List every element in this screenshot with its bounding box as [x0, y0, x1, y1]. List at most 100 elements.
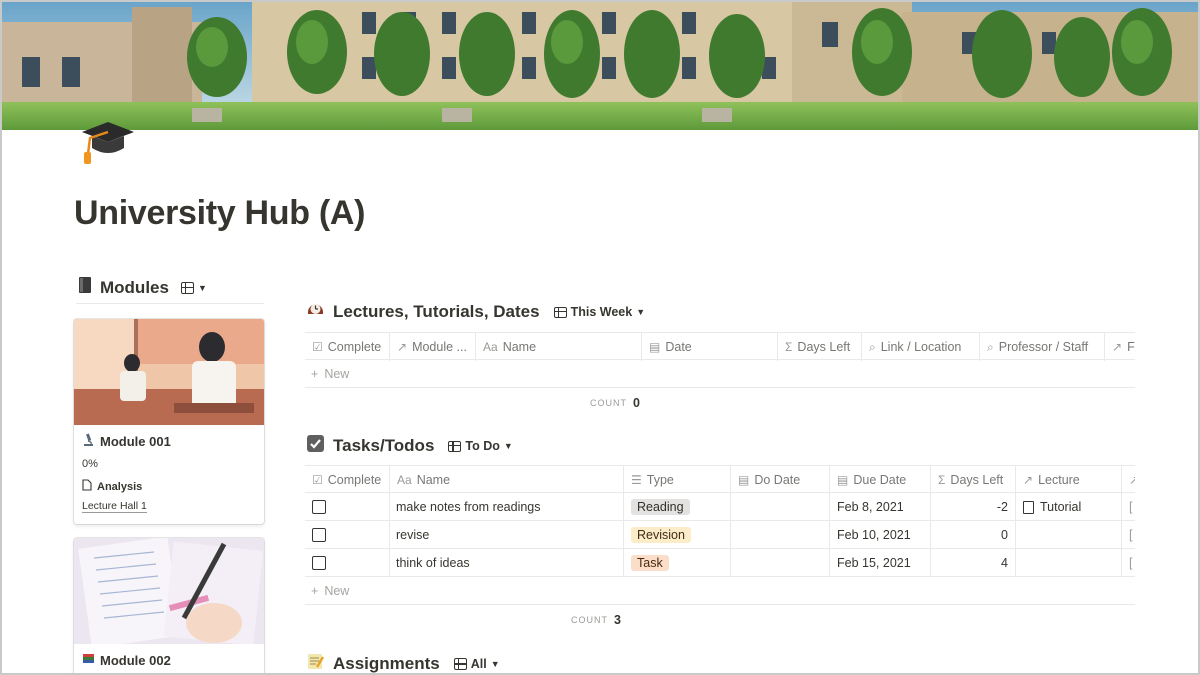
column-header-type[interactable]: ☰ Type	[624, 466, 731, 494]
sigma-icon: Σ	[785, 340, 793, 354]
column-header-relation[interactable]: ↗	[1122, 466, 1135, 494]
table-header-row: ☑ Complete Aa Name ☰ Type ▤ Do Date ▤ Due Dat…	[305, 465, 1135, 494]
task-do-date[interactable]	[731, 521, 830, 549]
relation-arrow-icon: ↗	[1023, 473, 1034, 487]
lectures-count: COUNT 0	[590, 396, 640, 410]
task-due-date[interactable]: Feb 15, 2021	[830, 549, 931, 577]
task-days-left: -2	[931, 493, 1016, 521]
column-header-days-left[interactable]: Σ Days Left	[778, 333, 862, 361]
module-card[interactable]: Module 001 0% Analysis Lecture Hall 1	[74, 319, 264, 524]
checkbox-icon: ☑	[312, 340, 323, 354]
page-icon	[82, 479, 92, 494]
task-lecture[interactable]	[1016, 521, 1122, 549]
relation-arrow-icon: ↗	[1129, 473, 1135, 487]
table-header-row: ☑ Complete ↗ Module ... Aa Name ▤ Date Σ Days…	[305, 332, 1135, 361]
list-icon: ☰	[631, 473, 642, 487]
table-row[interactable]: make notes from readings Reading Feb 8, …	[305, 493, 1135, 521]
gallery-icon	[180, 281, 194, 294]
books-icon	[82, 652, 95, 668]
column-header-relation[interactable]: ↗ F	[1105, 333, 1135, 361]
truncated-cell-icon: [	[1129, 556, 1133, 570]
module-card-title: Module 001	[100, 433, 171, 449]
chevron-down-icon: ▼	[490, 659, 500, 669]
assignments-header: Assignments All ▼	[306, 652, 500, 673]
assignments-title[interactable]: Assignments	[333, 654, 440, 673]
column-header-complete[interactable]: ☑ Complete	[305, 466, 390, 494]
page-title: University Hub (A)	[74, 194, 366, 232]
column-header-link-location[interactable]: ⌕ Link / Location	[862, 333, 980, 361]
task-do-date[interactable]	[731, 549, 830, 577]
task-lecture[interactable]	[1016, 549, 1122, 577]
add-new-row-button[interactable]: + New	[305, 360, 1135, 388]
task-due-date[interactable]: Feb 10, 2021	[830, 521, 931, 549]
module-subject[interactable]: Analysis	[97, 481, 142, 493]
plus-icon: +	[311, 583, 319, 598]
task-name[interactable]: think of ideas	[390, 549, 624, 577]
page-icon	[1023, 500, 1034, 514]
column-header-professor[interactable]: ⌕ Professor / Staff	[980, 333, 1105, 361]
memo-icon	[306, 652, 325, 673]
task-complete-checkbox[interactable]	[312, 556, 326, 570]
task-type-tag[interactable]: Revision	[631, 527, 691, 543]
task-due-date[interactable]: Feb 8, 2021	[830, 493, 931, 521]
column-header-date[interactable]: ▤ Date	[642, 333, 778, 361]
tasks-title[interactable]: Tasks/Todos	[333, 436, 434, 456]
modules-header: Modules ▼	[76, 272, 264, 304]
task-days-left: 4	[931, 549, 1016, 577]
tasks-count: COUNT 3	[571, 613, 621, 627]
task-lecture[interactable]: Tutorial	[1016, 493, 1122, 521]
module-progress: 0%	[82, 458, 98, 470]
cover-image[interactable]	[2, 2, 1198, 130]
lectures-title[interactable]: Lectures, Tutorials, Dates	[333, 302, 540, 322]
task-type-tag[interactable]: Task	[631, 555, 669, 571]
task-days-left: 0	[931, 521, 1016, 549]
module-card[interactable]: Module 002	[74, 538, 264, 673]
column-header-module[interactable]: ↗ Module ...	[390, 333, 476, 361]
tasks-table: ☑ Complete Aa Name ☰ Type ▤ Do Date ▤ Due Dat…	[305, 465, 1135, 605]
lectures-view-switcher[interactable]: This Week ▼	[553, 305, 646, 319]
modules-view-switcher[interactable]: ▼	[180, 281, 207, 294]
chevron-down-icon: ▼	[636, 307, 646, 317]
search-icon: ⌕	[987, 339, 994, 354]
text-icon: Aa	[483, 340, 498, 354]
task-do-date[interactable]	[731, 493, 830, 521]
column-header-do-date[interactable]: ▤ Do Date	[731, 466, 830, 494]
table-row[interactable]: think of ideas Task Feb 15, 2021 4 [	[305, 549, 1135, 577]
module-card-cover	[74, 319, 264, 425]
task-type-tag[interactable]: Reading	[631, 499, 690, 515]
assignments-view-switcher[interactable]: All ▼	[453, 657, 500, 671]
column-header-complete[interactable]: ☑ Complete	[305, 333, 390, 361]
column-header-name[interactable]: Aa Name	[476, 333, 642, 361]
add-new-row-button[interactable]: + New	[305, 577, 1135, 605]
column-header-lecture[interactable]: ↗ Lecture	[1016, 466, 1122, 494]
clock-icon	[306, 300, 325, 324]
task-complete-checkbox[interactable]	[312, 500, 326, 514]
task-complete-checkbox[interactable]	[312, 528, 326, 542]
tasks-view-switcher[interactable]: To Do ▼	[448, 439, 513, 453]
column-header-name[interactable]: Aa Name	[390, 466, 624, 494]
chevron-down-icon: ▼	[503, 441, 513, 451]
sigma-icon: Σ	[938, 473, 946, 487]
checkmark-box-icon	[306, 434, 325, 458]
gallery-icon	[453, 658, 467, 670]
calendar-icon: ▤	[649, 340, 661, 354]
column-header-days-left[interactable]: Σ Days Left	[931, 466, 1016, 494]
module-card-title: Module 002	[100, 652, 171, 668]
table-view-icon	[448, 440, 462, 452]
task-name[interactable]: revise	[390, 521, 624, 549]
relation-arrow-icon: ↗	[1112, 340, 1123, 354]
page-frame: University Hub (A) Modules ▼ Module 001 …	[0, 0, 1200, 675]
tasks-view-label: To Do	[465, 439, 500, 453]
task-name[interactable]: make notes from readings	[390, 493, 624, 521]
table-row[interactable]: revise Revision Feb 10, 2021 0 [	[305, 521, 1135, 549]
module-location[interactable]: Lecture Hall 1	[82, 500, 147, 513]
lectures-table: ☑ Complete ↗ Module ... Aa Name ▤ Date Σ Days…	[305, 332, 1135, 388]
relation-arrow-icon: ↗	[397, 340, 408, 354]
microscope-icon	[82, 433, 95, 449]
truncated-cell-icon: [	[1129, 528, 1133, 542]
graduation-cap-icon[interactable]	[72, 98, 144, 168]
calendar-icon: ▤	[837, 473, 849, 487]
table-view-icon	[553, 306, 567, 318]
modules-title[interactable]: Modules	[100, 278, 169, 298]
column-header-due-date[interactable]: ▤ Due Date	[830, 466, 931, 494]
